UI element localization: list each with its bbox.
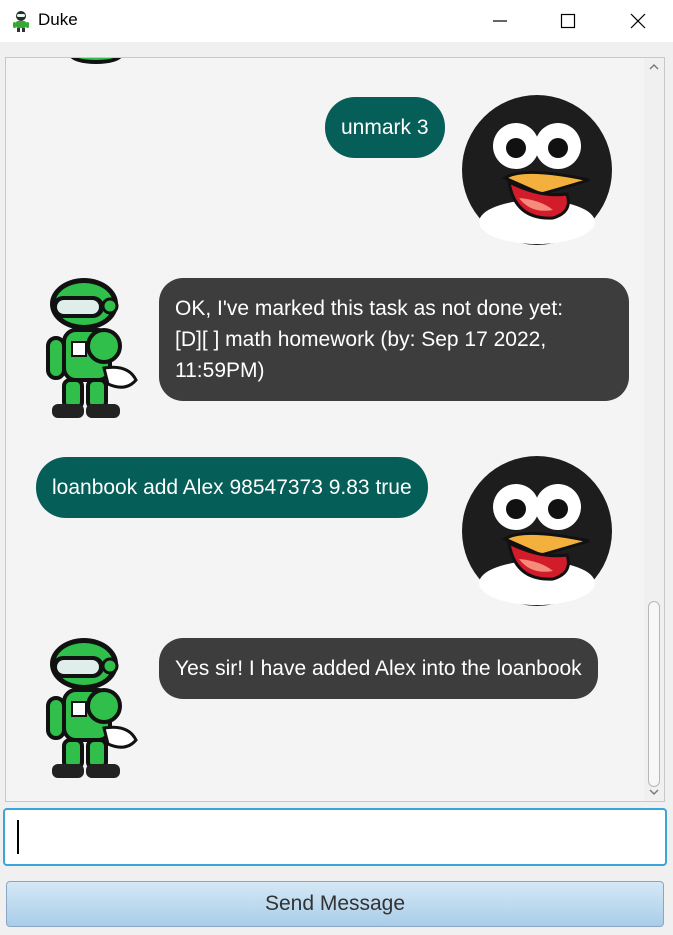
scroll-up-icon[interactable] bbox=[647, 60, 661, 74]
title-bar: Duke bbox=[0, 0, 673, 42]
duke-window: Duke unmark 3 OK, I've marked this task … bbox=[0, 0, 673, 935]
maximize-icon bbox=[560, 13, 576, 29]
minimize-button[interactable] bbox=[477, 0, 523, 42]
penguin-avatar bbox=[462, 456, 612, 606]
dialog-scroll-pane[interactable]: unmark 3 OK, I've marked this task as no… bbox=[5, 57, 665, 802]
duke-message-bubble: OK, I've marked this task as not done ye… bbox=[159, 278, 629, 401]
text-caret bbox=[17, 820, 19, 854]
send-button[interactable]: Send Message bbox=[6, 881, 664, 927]
robot-icon bbox=[13, 11, 29, 32]
user-message-bubble: loanbook add Alex 98547373 9.83 true bbox=[36, 457, 428, 518]
scrollbar-thumb[interactable] bbox=[648, 601, 660, 787]
close-icon bbox=[630, 13, 646, 29]
penguin-avatar bbox=[462, 95, 612, 245]
scroll-down-icon[interactable] bbox=[647, 785, 661, 799]
close-button[interactable] bbox=[615, 0, 661, 42]
minimize-icon bbox=[493, 20, 507, 22]
duke-message-bubble: Yes sir! I have added Alex into the loan… bbox=[159, 638, 598, 699]
maximize-button[interactable] bbox=[545, 0, 591, 42]
user-message-bubble: unmark 3 bbox=[325, 97, 445, 158]
message-input[interactable] bbox=[3, 808, 667, 866]
robot-avatar bbox=[46, 278, 138, 418]
robot-avatar-partial bbox=[70, 58, 122, 64]
window-title: Duke bbox=[38, 10, 78, 29]
vertical-scrollbar[interactable] bbox=[644, 58, 664, 801]
robot-avatar bbox=[46, 638, 138, 778]
